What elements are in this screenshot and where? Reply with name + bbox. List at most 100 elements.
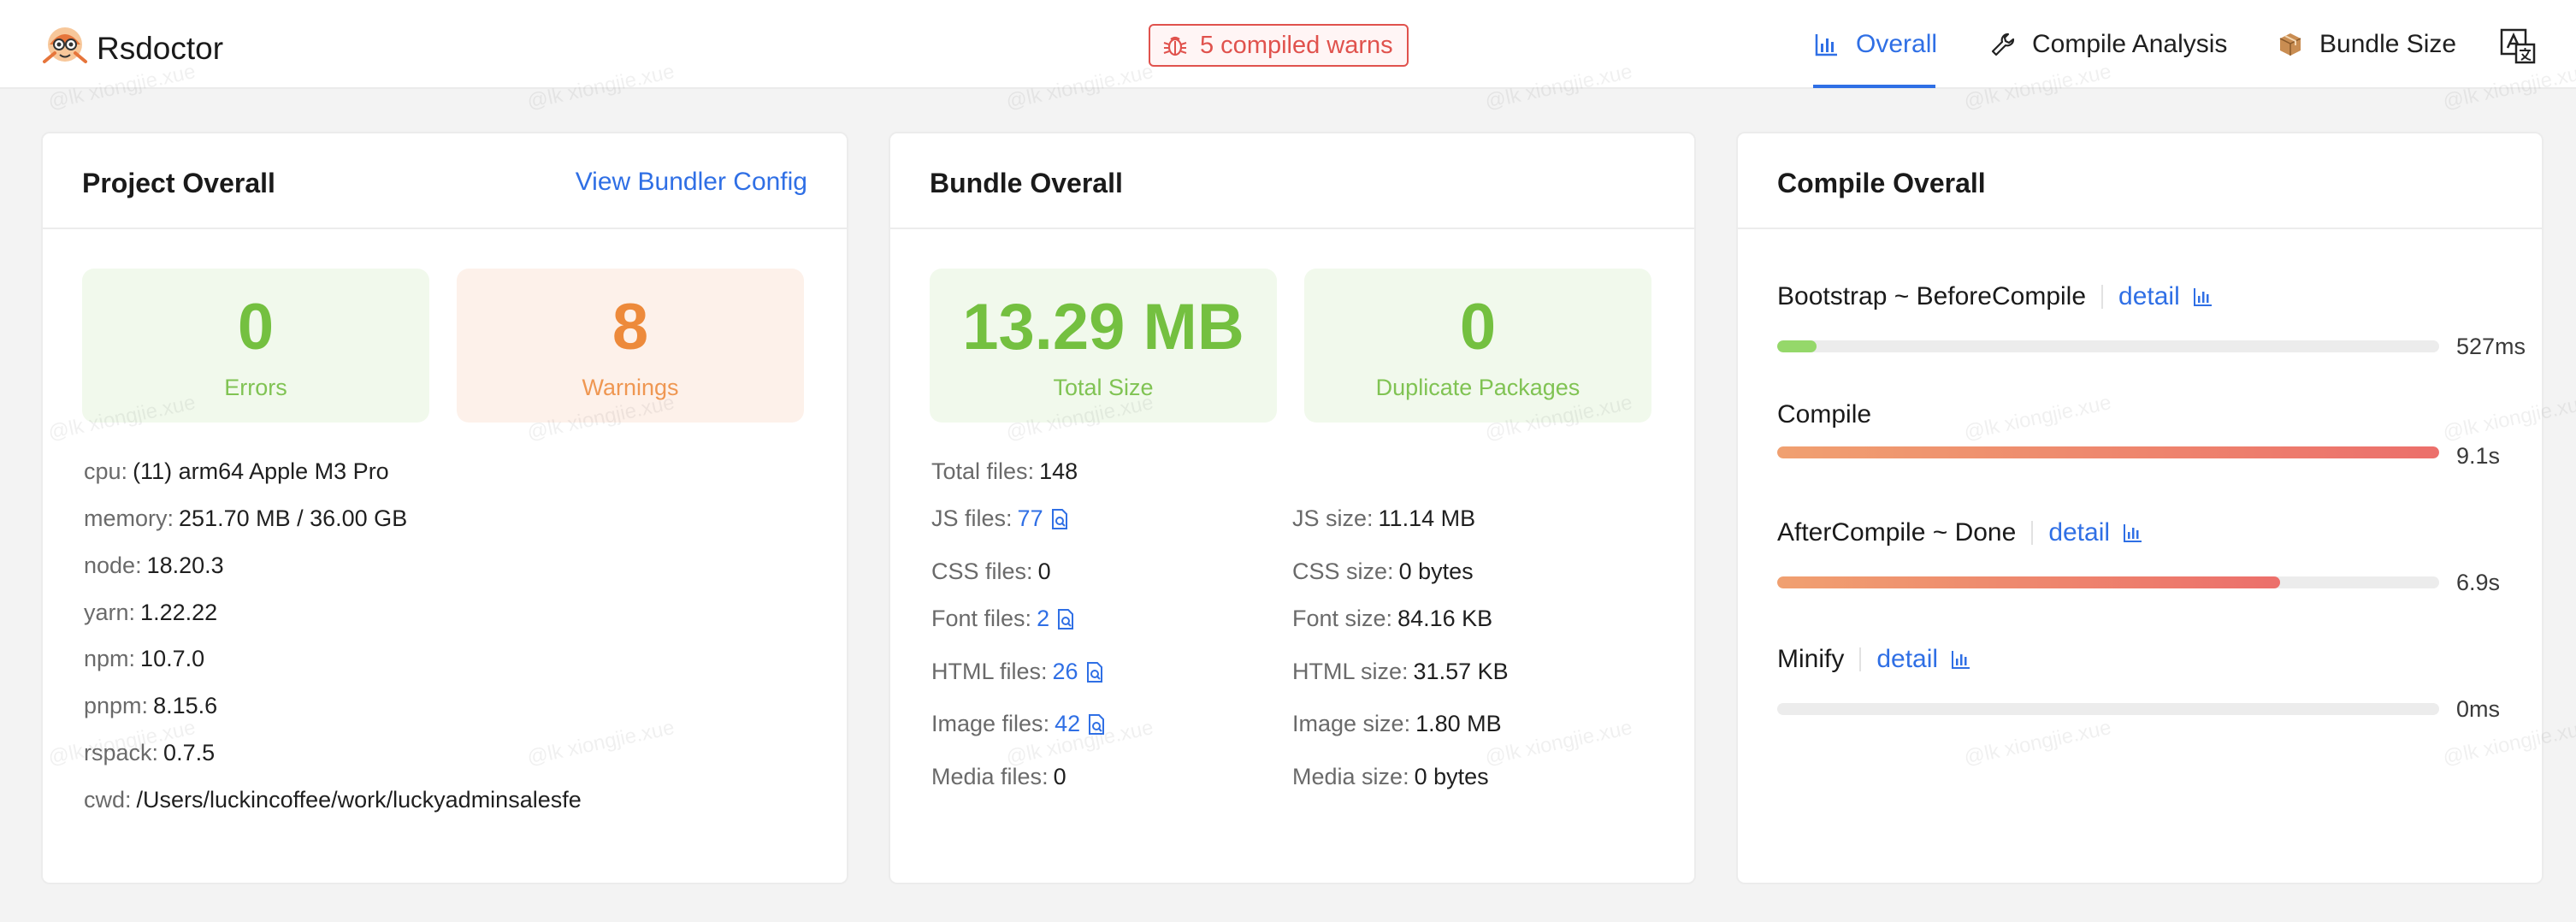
errors-count: 0 xyxy=(237,291,275,363)
env-row-npm: npm: 10.7.0 xyxy=(84,646,205,671)
file-search-icon[interactable] xyxy=(1049,508,1071,530)
warnings-label: Warnings xyxy=(582,375,679,400)
file-key: HTML files xyxy=(931,659,1042,684)
size-value: 84.16 KB xyxy=(1397,606,1493,631)
project-overall-header: Project Overall View Bundler Config xyxy=(43,133,847,229)
phase-progress-fill xyxy=(1777,340,1817,352)
env-row-yarn: yarn: 1.22.22 xyxy=(84,600,218,625)
media-size-row: Media size: 0 bytes xyxy=(1292,764,1489,789)
env-value: /Users/luckincoffee/work/luckyadminsales… xyxy=(136,787,582,813)
size-value: 0 bytes xyxy=(1414,764,1489,789)
compile-overall-card: Compile Overall Bootstrap ~ BeforeCompil… xyxy=(1736,132,2544,884)
env-key: rspack xyxy=(84,740,152,765)
env-value: 0.7.5 xyxy=(163,740,216,765)
bundle-overall-card: Bundle Overall 13.29 MB Total Size 0 Dup… xyxy=(889,132,1696,884)
nav-compile-analysis[interactable]: Compile Analysis xyxy=(1989,27,2227,62)
image-size-row: Image size: 1.80 MB xyxy=(1292,711,1502,736)
nav-bundle-size[interactable]: Bundle Size xyxy=(2277,27,2456,62)
bundle-overall-title: Bundle Overall xyxy=(930,168,1123,198)
nav-bundle-size-label: Bundle Size xyxy=(2319,30,2457,58)
env-key: memory xyxy=(84,505,168,531)
size-value: 11.14 MB xyxy=(1378,505,1476,531)
warnings-stat[interactable]: 8 Warnings xyxy=(457,269,804,423)
size-key: Font size xyxy=(1292,606,1386,631)
phase-progress-fill xyxy=(1777,576,2281,588)
compiled-warns-badge[interactable]: 5 compiled warns xyxy=(1149,24,1409,67)
env-value: (11) arm64 Apple M3 Pro xyxy=(133,458,389,484)
duplicate-packages-value: 0 xyxy=(1459,291,1497,363)
bar-chart-icon[interactable] xyxy=(1950,648,1972,671)
bug-icon xyxy=(1163,36,1187,56)
size-key: Image size xyxy=(1292,711,1404,736)
env-value: 18.20.3 xyxy=(146,553,224,578)
env-key: cwd xyxy=(84,787,126,813)
errors-stat[interactable]: 0 Errors xyxy=(82,269,429,423)
phase-name: Minify xyxy=(1777,645,1845,673)
phase-bootstrap: Bootstrap ~ BeforeCompile detail xyxy=(1777,282,2214,311)
env-key: node xyxy=(84,553,136,578)
project-overall-card: Project Overall View Bundler Config 0 Er… xyxy=(41,132,848,884)
phase-detail-link[interactable]: detail xyxy=(2048,518,2110,547)
size-value: 31.57 KB xyxy=(1413,659,1509,684)
file-search-icon[interactable] xyxy=(1085,713,1108,736)
phase-duration: 9.1s xyxy=(2456,443,2501,469)
nav-compile-analysis-label: Compile Analysis xyxy=(2032,30,2228,58)
html-size-row: HTML size: 31.57 KB xyxy=(1292,659,1509,684)
size-key: JS size xyxy=(1292,505,1368,531)
css-size-row: CSS size: 0 bytes xyxy=(1292,559,1474,584)
font-size-row: Font size: 84.16 KB xyxy=(1292,606,1493,631)
phase-progress-track xyxy=(1777,576,2439,588)
env-key: pnpm xyxy=(84,693,142,718)
env-key: yarn xyxy=(84,600,129,625)
translate-icon[interactable] xyxy=(2499,27,2537,65)
env-value: 251.70 MB / 36.00 GB xyxy=(179,505,408,531)
js-files-count-link[interactable]: 77 xyxy=(1018,505,1043,532)
env-row-node: node: 18.20.3 xyxy=(84,553,224,578)
compiled-warns-label: 5 compiled warns xyxy=(1200,31,1393,59)
env-value: 1.22.22 xyxy=(140,600,218,625)
file-key: Image files xyxy=(931,711,1043,736)
total-files-key: Total files xyxy=(931,458,1028,484)
font-files-row: Font files: 2 xyxy=(931,606,1077,632)
js-size-row: JS size: 11.14 MB xyxy=(1292,505,1476,531)
total-size-stat[interactable]: 13.29 MB Total Size xyxy=(930,269,1277,423)
file-search-icon[interactable] xyxy=(1084,661,1106,683)
env-row-cpu: cpu: (11) arm64 Apple M3 Pro xyxy=(84,458,389,484)
phase-progress-track xyxy=(1777,446,2439,458)
image-files-count-link[interactable]: 42 xyxy=(1055,711,1080,737)
bar-chart-icon xyxy=(1815,34,1837,56)
view-bundler-config-link[interactable]: View Bundler Config xyxy=(576,168,807,197)
phase-minify: Minify detail xyxy=(1777,645,1972,674)
brand-name[interactable]: Rsdoctor xyxy=(97,31,223,67)
html-files-count-link[interactable]: 26 xyxy=(1053,659,1078,685)
file-search-icon[interactable] xyxy=(1055,608,1077,630)
total-files-value: 148 xyxy=(1039,458,1078,484)
wrench-icon xyxy=(1991,33,2015,56)
phase-aftercompile: AfterCompile ~ Done detail xyxy=(1777,518,2144,547)
total-size-label: Total Size xyxy=(1053,375,1154,400)
env-row-pnpm: pnpm: 8.15.6 xyxy=(84,693,218,718)
html-files-row: HTML files: 26 xyxy=(931,659,1106,685)
phase-name: Bootstrap ~ BeforeCompile xyxy=(1777,282,2087,310)
font-files-count-link[interactable]: 2 xyxy=(1037,606,1049,632)
bar-chart-icon[interactable] xyxy=(2122,522,2144,544)
bundle-overall-header: Bundle Overall xyxy=(890,133,1694,229)
duplicate-packages-label: Duplicate Packages xyxy=(1375,375,1580,400)
nav-overall[interactable]: Overall xyxy=(1813,27,1937,62)
errors-label: Errors xyxy=(224,375,287,400)
bar-chart-icon[interactable] xyxy=(2192,286,2214,308)
phase-name: Compile xyxy=(1777,400,1872,428)
duplicate-packages-stat[interactable]: 0 Duplicate Packages xyxy=(1304,269,1651,423)
env-key: cpu xyxy=(84,458,121,484)
total-files-row: Total files: 148 xyxy=(931,458,1078,484)
css-files-row: CSS files: 0 xyxy=(931,559,1051,584)
file-key: JS files xyxy=(931,505,1007,531)
phase-detail-link[interactable]: detail xyxy=(2118,282,2180,311)
phase-detail-link[interactable]: detail xyxy=(1876,645,1938,674)
phase-compile: Compile xyxy=(1777,400,1871,429)
file-key: CSS files xyxy=(931,559,1027,584)
compile-overall-title: Compile Overall xyxy=(1777,168,1986,198)
project-overall-title: Project Overall xyxy=(82,168,275,198)
media-files-row: Media files: 0 xyxy=(931,764,1066,789)
size-key: CSS size xyxy=(1292,559,1388,584)
